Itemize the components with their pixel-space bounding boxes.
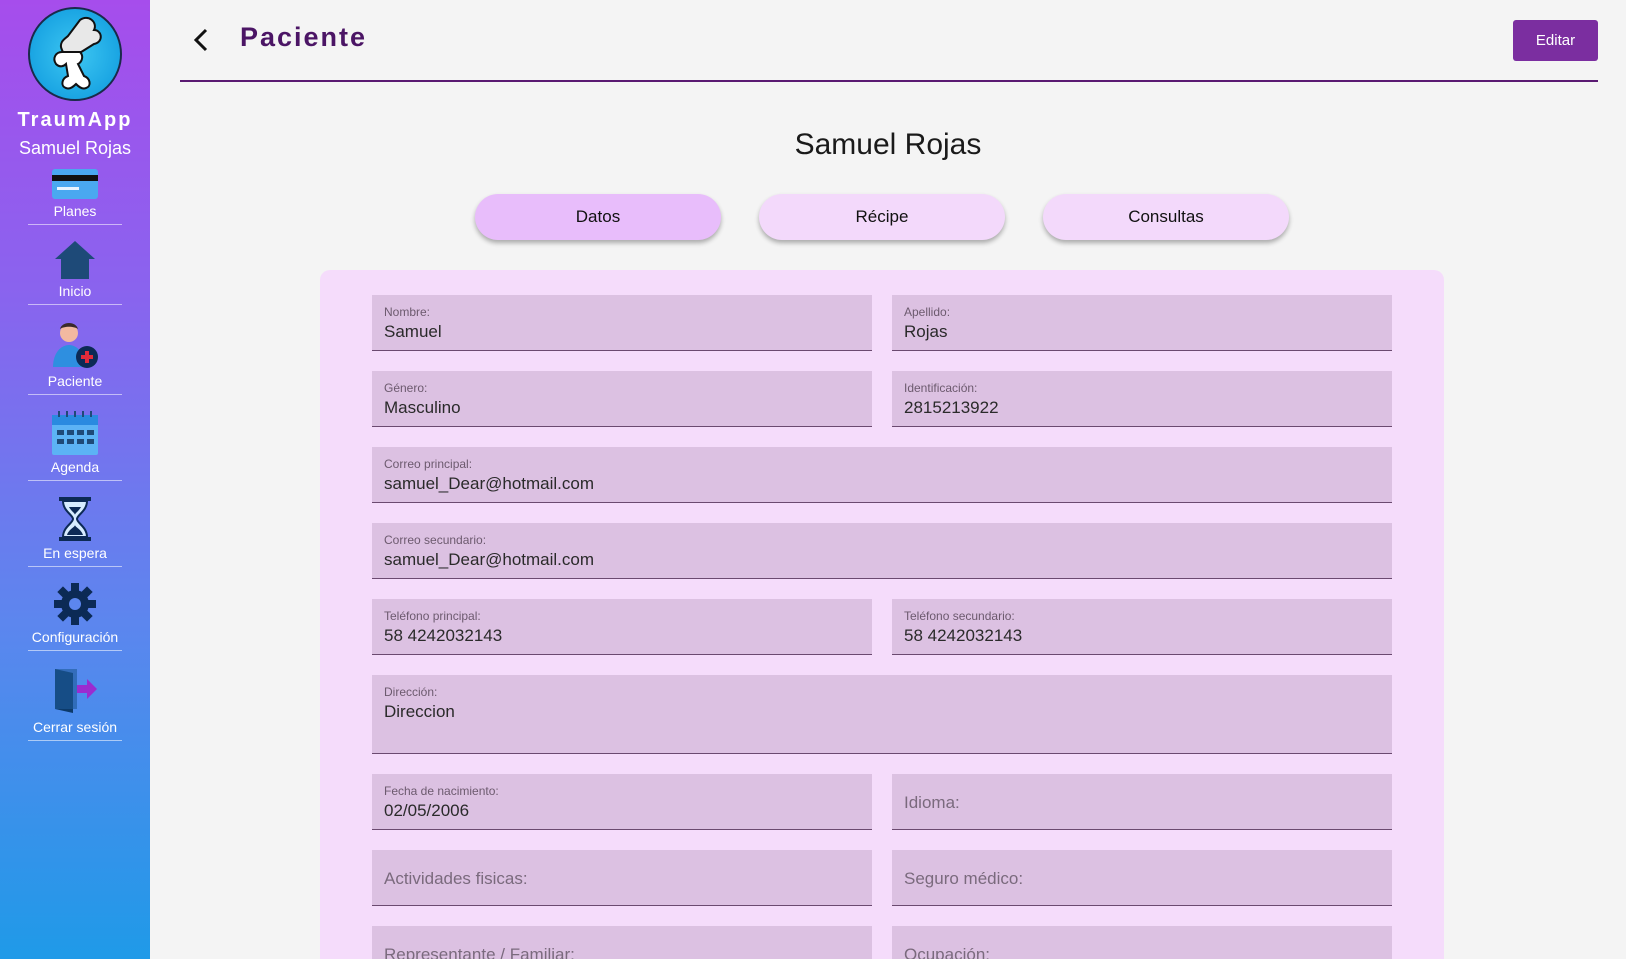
telefono-secundario-field[interactable]: Teléfono secundario: 58 4242032143: [892, 599, 1392, 655]
field-label: Correo principal:: [384, 457, 473, 471]
ocupacion-field[interactable]: Ocupación:: [892, 926, 1392, 959]
field-value: 58 4242032143: [904, 626, 1023, 645]
genero-field[interactable]: Género: Masculino: [372, 371, 872, 427]
field-label: Teléfono principal:: [384, 609, 481, 623]
field-value: samuel_Dear@hotmail.com: [384, 550, 595, 569]
calendar-icon: [52, 411, 98, 455]
field-placeholder: Idioma:: [904, 793, 960, 812]
field-placeholder: Seguro médico:: [904, 869, 1024, 888]
fecha-nacimiento-field[interactable]: Fecha de nacimiento: 02/05/2006: [372, 774, 872, 830]
sidebar-item-configuracion[interactable]: Configuración: [28, 583, 122, 651]
sidebar-item-inicio[interactable]: Inicio: [28, 241, 122, 305]
representante-field[interactable]: Representante / Familiar:: [372, 926, 872, 959]
field-placeholder: Ocupación:: [904, 945, 990, 959]
field-value: Rojas: [904, 322, 948, 341]
field-label: Nombre:: [384, 305, 431, 319]
patient-form-card: Nombre: Samuel Apellido: Rojas Género: M…: [320, 270, 1444, 959]
app-logo: [28, 7, 122, 101]
sidebar: TraumApp Samuel Rojas Planes Inicio Paci…: [0, 0, 150, 959]
field-value: 58 4242032143: [384, 626, 503, 645]
app-name: TraumApp: [17, 109, 133, 131]
sidebar-item-planes[interactable]: Planes: [28, 169, 122, 225]
identificacion-field[interactable]: Identificación: 2815213922: [892, 371, 1392, 427]
hourglass-icon: [59, 497, 91, 541]
field-value: 2815213922: [904, 398, 999, 417]
edit-button[interactable]: Editar: [1513, 20, 1598, 61]
field-value: Masculino: [384, 398, 461, 417]
field-label: Correo secundario:: [384, 533, 487, 547]
sidebar-user-name: Samuel Rojas: [18, 138, 132, 158]
idioma-field[interactable]: Idioma:: [892, 774, 1392, 830]
home-icon: [55, 241, 95, 279]
field-value: Samuel: [384, 322, 442, 341]
card-icon: [52, 169, 98, 199]
field-placeholder: Representante / Familiar:: [384, 945, 575, 959]
tab-consultas[interactable]: Consultas: [1043, 194, 1289, 240]
tab-recipe[interactable]: Récipe: [759, 194, 1005, 240]
field-label: Identificación:: [904, 381, 978, 395]
field-label: Teléfono secundario:: [904, 609, 1015, 623]
page-title: Paciente: [240, 22, 368, 52]
sidebar-item-en-espera[interactable]: En espera: [28, 497, 122, 567]
logout-icon: [51, 667, 99, 715]
telefono-principal-field[interactable]: Teléfono principal: 58 4242032143: [372, 599, 872, 655]
sidebar-item-label: En espera: [43, 545, 107, 561]
sidebar-item-paciente[interactable]: Paciente: [28, 321, 122, 395]
page-header: Paciente Editar: [180, 0, 1598, 82]
sidebar-item-label: Inicio: [58, 283, 92, 299]
chevron-left-icon: [193, 28, 208, 52]
field-placeholder: Actividades fisicas:: [384, 869, 528, 888]
field-value: samuel_Dear@hotmail.com: [384, 474, 595, 493]
actividades-field[interactable]: Actividades fisicas:: [372, 850, 872, 906]
nombre-field[interactable]: Nombre: Samuel: [372, 295, 872, 351]
sidebar-item-label: Cerrar sesión: [32, 719, 118, 735]
bone-icon: [53, 16, 102, 90]
correo-principal-field[interactable]: Correo principal: samuel_Dear@hotmail.co…: [372, 447, 1392, 503]
sidebar-item-agenda[interactable]: Agenda: [28, 411, 122, 481]
tab-datos[interactable]: Datos: [475, 194, 721, 240]
field-label: Dirección:: [384, 685, 438, 699]
sidebar-item-label: Configuración: [31, 629, 119, 645]
sidebar-item-label: Agenda: [50, 459, 100, 475]
correo-secundario-field[interactable]: Correo secundario: samuel_Dear@hotmail.c…: [372, 523, 1392, 579]
field-value: 02/05/2006: [384, 801, 470, 820]
field-label: Género:: [384, 381, 428, 395]
field-label: Apellido:: [904, 305, 951, 319]
field-label: Fecha de nacimiento:: [384, 784, 499, 798]
sidebar-item-cerrar-sesion[interactable]: Cerrar sesión: [28, 667, 122, 741]
sidebar-item-label: Paciente: [47, 373, 103, 389]
seguro-field[interactable]: Seguro médico:: [892, 850, 1392, 906]
direccion-field[interactable]: Dirección: Direccion: [372, 675, 1392, 754]
back-button[interactable]: [186, 22, 216, 58]
sidebar-item-label: Planes: [53, 203, 97, 219]
add-patient-icon: [51, 321, 99, 369]
gear-icon: [54, 583, 96, 625]
apellido-field[interactable]: Apellido: Rojas: [892, 295, 1392, 351]
field-value: Direccion: [384, 702, 455, 721]
patient-name: Samuel Rojas: [794, 128, 982, 161]
